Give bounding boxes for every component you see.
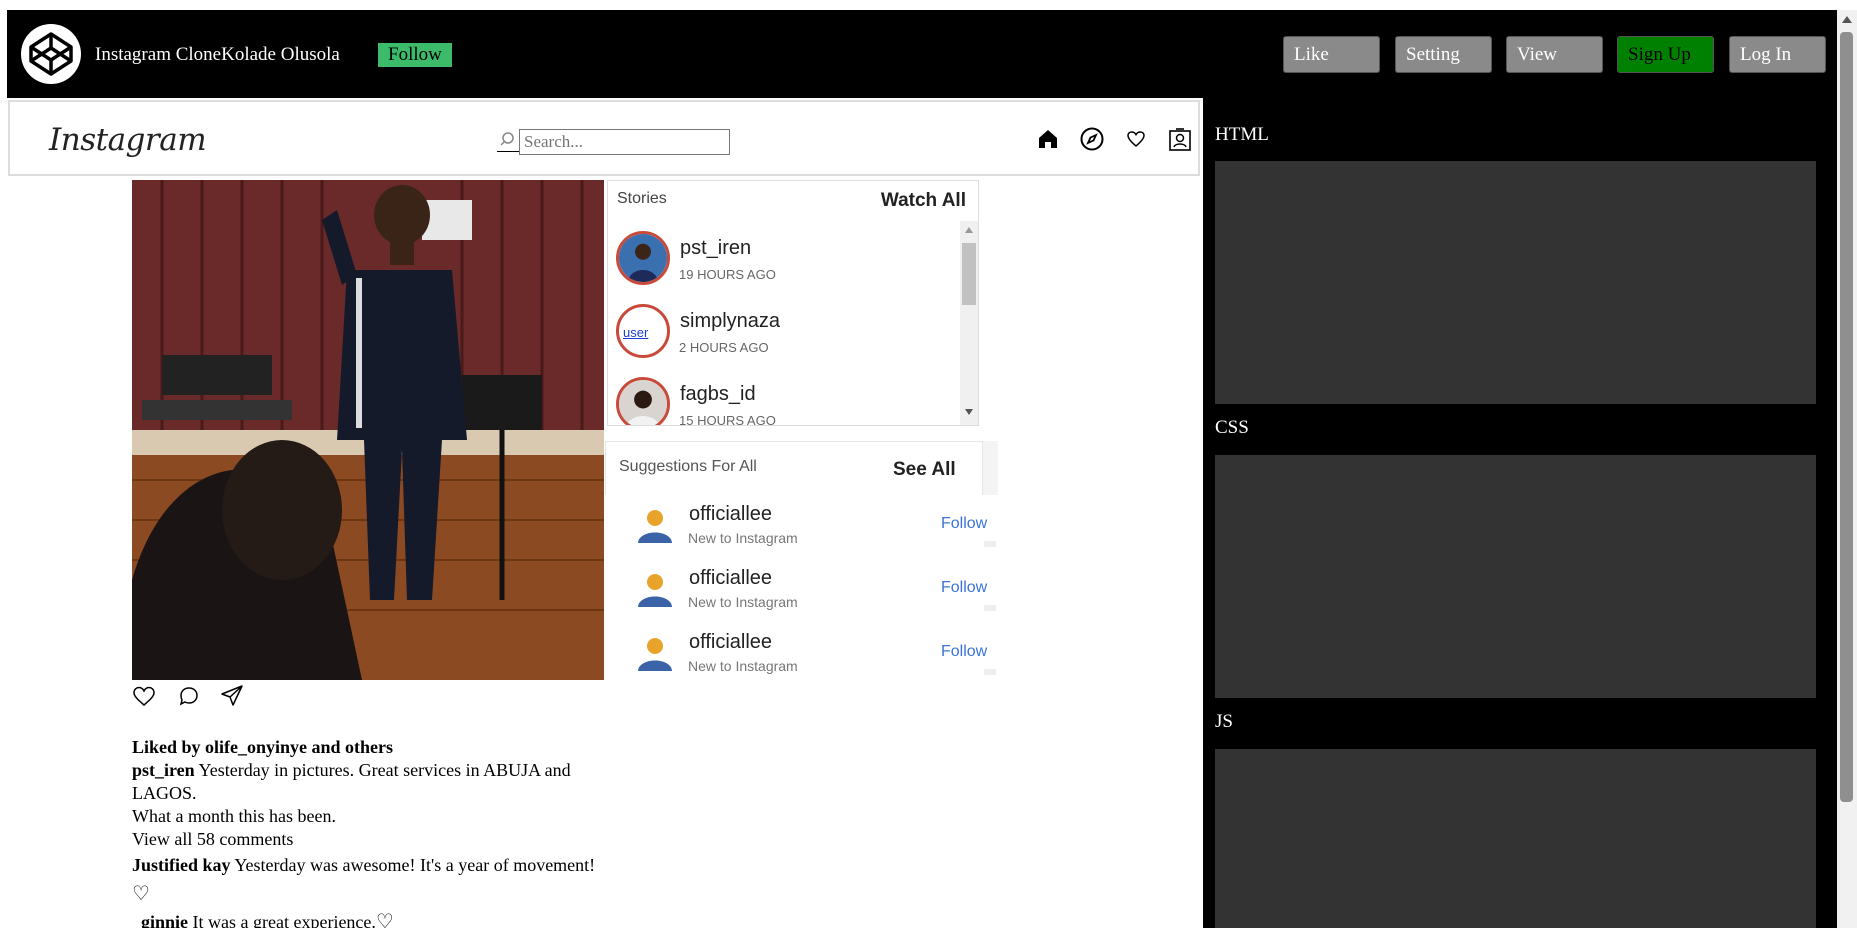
comment-username[interactable]: Justified kay — [132, 855, 231, 875]
comment-text: It was a great experience. — [188, 912, 376, 928]
story-avatar[interactable] — [616, 231, 670, 285]
browser-top-frame — [0, 0, 1857, 10]
html-panel-label: HTML — [1215, 124, 1269, 145]
log-in-button[interactable]: Log In — [1729, 36, 1826, 73]
default-user-avatar-icon[interactable] — [635, 633, 675, 673]
editor-panels: HTML CSS JS — [1203, 98, 1837, 928]
share-send-icon[interactable] — [219, 684, 245, 708]
story-time: 19 HOURS AGO — [679, 267, 776, 282]
story-item[interactable]: pst_iren 19 HOURS AGO — [616, 231, 946, 291]
stories-panel: Stories Watch All pst_iren 19 HOURS AGO … — [607, 180, 979, 426]
search-icon — [497, 132, 519, 152]
follow-author-button[interactable]: Follow — [378, 43, 452, 67]
page-scroll-up-arrow-icon[interactable] — [1842, 16, 1852, 23]
see-all-link[interactable]: See All — [893, 459, 956, 481]
story-item[interactable]: user simplynaza 2 HOURS AGO — [616, 304, 946, 364]
js-panel-label: JS — [1215, 711, 1233, 732]
suggestion-item: officiallee New to Instagram Follow — [619, 499, 999, 555]
pen-title: Instagram CloneKolade Olusola — [95, 44, 340, 65]
page-scrollbar[interactable] — [1837, 10, 1857, 928]
suggestion-username[interactable]: officiallee — [689, 503, 772, 526]
sign-up-button[interactable]: Sign Up — [1617, 36, 1714, 73]
explore-compass-icon[interactable] — [1079, 126, 1105, 152]
story-time: 2 HOURS AGO — [679, 340, 769, 355]
codepen-logo-icon[interactable] — [19, 22, 83, 86]
suggestion-follow-button[interactable]: Follow — [941, 579, 987, 597]
suggestion-follow-button[interactable]: Follow — [941, 643, 987, 661]
search-input[interactable] — [519, 129, 730, 155]
suggestions-header: Suggestions For All See All — [605, 441, 983, 495]
like-button[interactable]: Like — [1283, 36, 1380, 73]
preview-pane: Instagram Search... Liked by olife_onyin… — [7, 98, 1203, 928]
home-icon[interactable] — [1035, 126, 1061, 152]
heart-icon[interactable] — [1123, 126, 1149, 152]
suggestion-subtitle: New to Instagram — [688, 658, 798, 674]
suggestions-scroll-edge — [983, 441, 998, 495]
view-all-comments-link[interactable]: View all 58 comments — [132, 828, 602, 851]
comment-heart-icon[interactable]: ♡ — [376, 909, 394, 928]
css-editor[interactable] — [1215, 455, 1816, 698]
scrollbar-thumb[interactable] — [962, 243, 976, 305]
suggestions-panel: Suggestions For All See All officiallee … — [605, 441, 998, 691]
html-editor[interactable] — [1215, 161, 1816, 404]
caption-text: Yesterday in pictures. Great services in… — [132, 760, 571, 803]
stories-title: Stories — [617, 190, 667, 207]
scroll-up-arrow-icon[interactable] — [965, 227, 973, 233]
instagram-logo[interactable]: Instagram — [49, 122, 207, 158]
comment-heart-icon[interactable]: ♡ — [132, 881, 150, 905]
scroll-down-arrow-icon[interactable] — [965, 409, 973, 415]
stories-scrollbar[interactable] — [960, 221, 978, 425]
story-username[interactable]: simplynaza — [680, 310, 780, 333]
liked-by-text: Liked by olife_onyinye and others — [132, 737, 394, 757]
broken-image-alt: user — [623, 325, 649, 340]
watch-all-link[interactable]: Watch All — [881, 190, 966, 212]
profile-icon[interactable] — [1167, 126, 1193, 152]
suggestion-username[interactable]: officiallee — [689, 567, 772, 590]
comment-icon[interactable] — [177, 684, 201, 708]
page-scrollbar-thumb[interactable] — [1840, 32, 1853, 802]
story-username[interactable]: pst_iren — [680, 237, 751, 260]
suggestion-follow-button[interactable]: Follow — [941, 515, 987, 533]
divider — [984, 669, 996, 675]
story-time: 15 HOURS AGO — [679, 413, 776, 426]
default-user-avatar-icon[interactable] — [635, 505, 675, 545]
story-username[interactable]: fagbs_id — [680, 383, 756, 406]
comment-username[interactable]: _ginnie — [132, 912, 188, 928]
divider — [984, 605, 996, 611]
story-item[interactable]: fagbs_id 15 HOURS AGO — [616, 377, 946, 426]
default-user-avatar-icon[interactable] — [635, 569, 675, 609]
post-caption: Liked by olife_onyinye and others pst_ir… — [132, 736, 602, 928]
story-avatar[interactable] — [616, 377, 670, 426]
story-avatar-broken[interactable]: user — [616, 304, 670, 358]
suggestion-subtitle: New to Instagram — [688, 594, 798, 610]
setting-button[interactable]: Setting — [1395, 36, 1492, 73]
suggestion-item: officiallee New to Instagram Follow — [619, 563, 999, 619]
css-panel-label: CSS — [1215, 417, 1249, 438]
divider — [984, 541, 996, 547]
suggestions-title: Suggestions For All — [619, 458, 757, 475]
caption-username[interactable]: pst_iren — [132, 760, 195, 780]
post-image[interactable] — [132, 180, 604, 680]
view-button[interactable]: View — [1506, 36, 1603, 73]
like-heart-icon[interactable] — [131, 684, 157, 708]
comment-text: Yesterday was awesome! It's a year of mo… — [230, 855, 596, 875]
caption-line-2: What a month this has been. — [132, 806, 336, 826]
codepen-header: Instagram CloneKolade Olusola Follow Lik… — [7, 10, 1837, 98]
instagram-navbar: Instagram — [8, 100, 1200, 176]
suggestion-subtitle: New to Instagram — [688, 530, 798, 546]
suggestion-item: officiallee New to Instagram Follow — [619, 627, 999, 683]
js-editor[interactable] — [1215, 749, 1816, 928]
suggestion-username[interactable]: officiallee — [689, 631, 772, 654]
